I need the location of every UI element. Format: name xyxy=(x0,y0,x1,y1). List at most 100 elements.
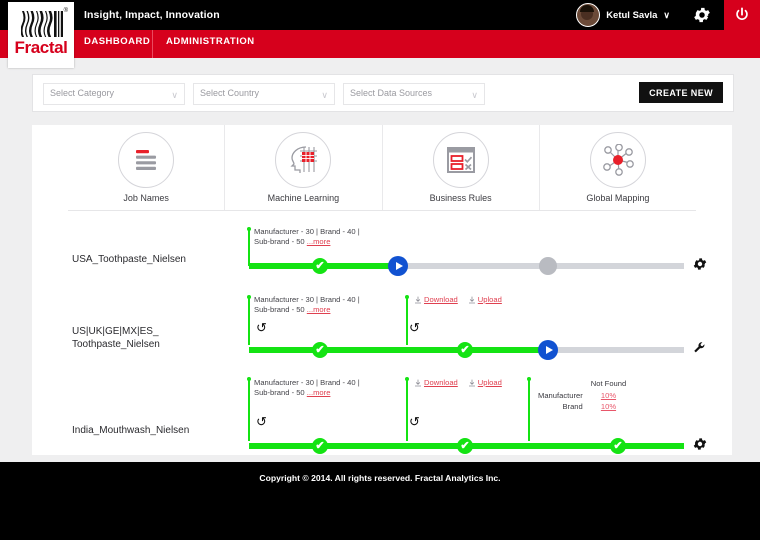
job-meta-line1: Manufacturer - 30 | Brand - 40 | xyxy=(254,378,360,387)
stage-node-complete[interactable]: ✔ xyxy=(610,438,626,454)
card-label: Machine Learning xyxy=(267,193,340,203)
card-machine-learning[interactable]: Machine Learning xyxy=(224,125,381,210)
stats-header: Not Found xyxy=(590,379,627,388)
stage-tick xyxy=(248,379,250,441)
stage-node-run[interactable] xyxy=(388,256,408,276)
reload-icon[interactable]: ↺ xyxy=(256,321,267,334)
card-label: Global Mapping xyxy=(586,193,650,203)
create-new-button[interactable]: CREATE NEW xyxy=(639,82,723,103)
reload-icon[interactable]: ↺ xyxy=(256,415,267,428)
download-upload-links: Download Upload xyxy=(414,378,502,387)
progress-fill xyxy=(249,347,548,353)
stage-node-complete[interactable]: ✔ xyxy=(457,438,473,454)
select-data-sources[interactable]: Select Data Sources ∨ xyxy=(343,83,485,105)
stage-tick-dot xyxy=(247,227,251,231)
more-link[interactable]: ...more xyxy=(307,388,331,397)
row-gear-icon[interactable] xyxy=(692,256,708,277)
stage-tick xyxy=(248,229,250,266)
upload-link[interactable]: Upload xyxy=(468,295,502,304)
card-global-mapping[interactable]: Global Mapping xyxy=(538,125,696,210)
play-icon xyxy=(545,346,553,354)
user-name: Ketul Savla xyxy=(606,9,658,21)
stage-node-run[interactable] xyxy=(538,340,558,360)
card-label: Business Rules xyxy=(429,193,492,203)
job-meta: Manufacturer - 30 | Brand - 40 | Sub-bra… xyxy=(254,378,360,398)
not-found-stats: Not Found Manufacturer 10% Brand 10% xyxy=(530,378,626,412)
card-job-names[interactable]: Job Names xyxy=(68,125,224,210)
power-icon[interactable] xyxy=(724,0,760,30)
stage-node-complete[interactable]: ✔ xyxy=(312,342,328,358)
job-name: US|UK|GE|MX|ES_ Toothpaste_Nielsen xyxy=(72,325,232,351)
chevron-down-icon: ∨ xyxy=(171,90,178,100)
stage-tick-dot xyxy=(405,295,409,299)
more-link[interactable]: ...more xyxy=(307,237,331,246)
stats-value[interactable]: 10% xyxy=(583,401,626,412)
upload-icon xyxy=(468,379,475,386)
gear-icon[interactable] xyxy=(692,5,712,25)
top-bar: Insight, Impact, Innovation Ketul Savla … xyxy=(0,0,760,30)
select-country-label: Select Country xyxy=(200,88,260,98)
job-name: India_Mouthwash_Nielsen xyxy=(72,425,190,436)
chevron-down-icon: ∨ xyxy=(663,9,670,20)
stage-tick-dot xyxy=(247,377,251,381)
rules-checklist-icon xyxy=(432,132,489,188)
job-meta-line2: Sub-brand - 50 xyxy=(254,388,307,397)
network-nodes-icon xyxy=(589,132,646,188)
filter-bar: Select Category ∨ Select Country ∨ Selec… xyxy=(32,74,734,112)
stage-tick xyxy=(406,379,408,441)
document-lines-icon xyxy=(118,132,175,188)
nav-dashboard[interactable]: DASHBOARD xyxy=(84,36,150,47)
download-upload-links: Download Upload xyxy=(414,295,502,304)
job-meta-line2: Sub-brand - 50 xyxy=(254,237,307,246)
stage-node-complete[interactable]: ✔ xyxy=(312,438,328,454)
tagline: Insight, Impact, Innovation xyxy=(84,9,220,21)
download-link[interactable]: Download xyxy=(414,295,458,304)
select-country[interactable]: Select Country ∨ xyxy=(193,83,335,105)
registered-mark: ® xyxy=(63,8,68,14)
reload-icon[interactable]: ↺ xyxy=(409,321,420,334)
stats-row: Manufacturer 10% xyxy=(530,390,626,401)
check-icon: ✔ xyxy=(613,439,623,452)
stats-col-blank xyxy=(530,378,583,390)
play-icon xyxy=(395,262,403,270)
barcode-icon xyxy=(21,11,63,37)
job-meta-line1: Manufacturer - 30 | Brand - 40 | xyxy=(254,295,360,304)
row-gear-icon[interactable] xyxy=(692,436,708,457)
stats-value[interactable]: 10% xyxy=(583,390,626,401)
download-icon xyxy=(415,296,421,303)
select-category-label: Select Category xyxy=(50,88,115,98)
user-menu[interactable]: Ketul Savla ∨ xyxy=(576,3,670,27)
check-icon: ✔ xyxy=(315,439,325,452)
more-link[interactable]: ...more xyxy=(307,305,331,314)
stage-tick-dot xyxy=(405,377,409,381)
download-link[interactable]: Download xyxy=(414,378,458,387)
job-row: USA_Toothpaste_Nielsen Manufacturer - 30… xyxy=(32,211,732,283)
stage-node-complete[interactable]: ✔ xyxy=(457,342,473,358)
check-icon: ✔ xyxy=(460,439,470,452)
job-name-line2: Toothpaste_Nielsen xyxy=(72,339,160,350)
stats-key: Manufacturer xyxy=(538,391,583,400)
download-icon xyxy=(415,379,421,386)
reload-icon[interactable]: ↺ xyxy=(409,415,420,428)
job-meta-line2: Sub-brand - 50 xyxy=(254,305,307,314)
stage-node-pending[interactable] xyxy=(539,257,557,275)
stats-row: Brand 10% xyxy=(530,401,626,412)
stage-tick xyxy=(406,297,408,345)
nav-divider xyxy=(152,30,153,58)
nav-administration[interactable]: ADMINISTRATION xyxy=(166,36,255,47)
job-name-line1: US|UK|GE|MX|ES_ xyxy=(72,326,159,337)
category-card-strip: Job Names Machine Learning Business Rule… xyxy=(68,125,696,211)
app-root: Insight, Impact, Innovation Ketul Savla … xyxy=(0,0,760,540)
select-data-sources-label: Select Data Sources xyxy=(350,88,433,98)
select-category[interactable]: Select Category ∨ xyxy=(43,83,185,105)
head-circuit-icon xyxy=(275,132,332,188)
row-wrench-icon[interactable] xyxy=(692,340,708,361)
check-icon: ✔ xyxy=(315,259,325,272)
card-label: Job Names xyxy=(123,193,169,203)
card-business-rules[interactable]: Business Rules xyxy=(381,125,539,210)
job-meta-line1: Manufacturer - 30 | Brand - 40 | xyxy=(254,227,360,236)
fractal-logo[interactable]: ® Fractal xyxy=(8,2,74,68)
upload-link[interactable]: Upload xyxy=(468,378,502,387)
stage-node-complete[interactable]: ✔ xyxy=(312,258,328,274)
footer: Copyright © 2014. All rights reserved. F… xyxy=(0,462,760,540)
